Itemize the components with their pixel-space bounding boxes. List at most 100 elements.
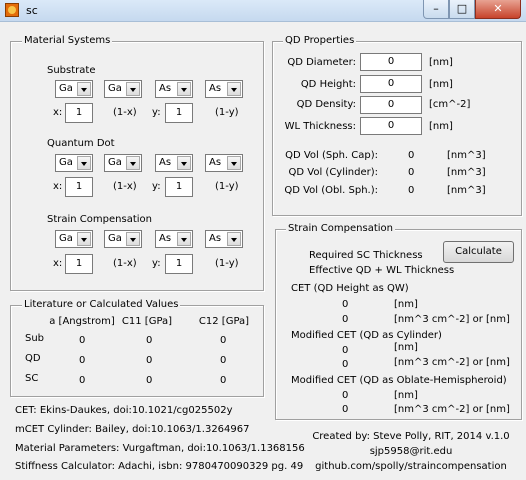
quantum-dot-x-label: x: <box>53 181 63 192</box>
substrate-select-4[interactable]: As <box>205 80 243 98</box>
substrate-select-2[interactable]: Ga <box>104 80 142 98</box>
mcet-cylinder-value-1: 0 <box>342 345 349 356</box>
substrate-select-3[interactable]: As <box>155 80 193 98</box>
reference-stiffness-calculator: Stiffness Calculator: Adachi, isbn: 9780… <box>15 461 304 472</box>
quantum-dot-y-input[interactable]: 1 <box>165 177 193 197</box>
strain-comp-select-3[interactable]: As <box>155 230 193 248</box>
quantum-dot-x-input[interactable]: 1 <box>65 177 93 197</box>
qd-vol-sph-cap-unit: [nm^3] <box>447 150 486 161</box>
literature-sub-c11: 0 <box>146 335 153 346</box>
credits-email: sjp5958@rit.edu <box>369 446 453 457</box>
cet-unit-2: [nm^3 cm^-2] or [nm] <box>394 314 510 325</box>
reference-mcet: mCET Cylinder: Bailey, doi:10.1063/1.326… <box>15 424 250 435</box>
wl-thickness-label: WL Thickness: <box>284 121 356 132</box>
literature-sc-c11: 0 <box>146 375 153 386</box>
strain-comp-material-label: Strain Compensation <box>47 214 152 225</box>
literature-qd-a: 0 <box>79 355 86 366</box>
literature-row-sc-name: SC <box>25 373 39 384</box>
qd-vol-obl-sph-label: QD Vol (Obl. Sph.): <box>284 185 378 196</box>
quantum-dot-label: Quantum Dot <box>47 138 115 149</box>
minimize-icon: – <box>433 2 439 15</box>
required-sc-thickness-label: Required SC Thickness <box>309 250 423 261</box>
title-bar[interactable]: sc – □ ✕ <box>0 0 526 22</box>
literature-sc-a: 0 <box>79 375 86 386</box>
qd-height-input[interactable]: 0 <box>360 75 422 93</box>
qd-vol-sph-cap-label: QD Vol (Sph. Cap): <box>285 150 378 161</box>
substrate-y-input[interactable]: 1 <box>165 103 193 123</box>
qd-vol-obl-sph-unit: [nm^3] <box>447 185 486 196</box>
chevron-down-icon <box>126 232 140 246</box>
chevron-down-icon <box>227 232 241 246</box>
substrate-x-input[interactable]: 1 <box>65 103 93 123</box>
substrate-one-minus-x: (1-x) <box>113 107 137 118</box>
literature-row-sub-name: Sub <box>25 333 45 344</box>
literature-title: Literature or Calculated Values <box>22 299 181 310</box>
mcet-oblate-unit-1: [nm] <box>394 390 418 401</box>
strain-comp-select-2[interactable]: Ga <box>104 230 142 248</box>
strain-comp-x-label: x: <box>53 258 63 269</box>
maximize-button[interactable]: □ <box>449 0 475 19</box>
qd-properties-title: QD Properties <box>283 35 357 46</box>
strain-comp-select-4[interactable]: As <box>205 230 243 248</box>
qd-density-label: QD Density: <box>296 99 356 110</box>
substrate-select-1[interactable]: Ga <box>55 80 93 98</box>
strain-compensation-title: Strain Compensation <box>286 223 395 234</box>
chevron-down-icon <box>126 156 140 170</box>
cet-unit-1: [nm] <box>394 299 418 310</box>
chevron-down-icon <box>227 156 241 170</box>
literature-sub-c12: 0 <box>220 335 227 346</box>
chevron-down-icon <box>177 156 191 170</box>
close-icon: ✕ <box>493 2 503 15</box>
qd-density-unit: [cm^-2] <box>429 99 471 110</box>
literature-qd-c12: 0 <box>220 355 227 366</box>
chevron-down-icon <box>77 232 91 246</box>
effective-qd-wl-thickness-label: Effective QD + WL Thickness <box>309 265 455 276</box>
minimize-button[interactable]: – <box>423 0 449 19</box>
substrate-x-label: x: <box>53 107 63 118</box>
qd-diameter-unit: [nm] <box>429 57 453 68</box>
window-title: sc <box>26 4 38 17</box>
maximize-icon: □ <box>456 2 468 15</box>
quantum-dot-select-3[interactable]: As <box>155 154 193 172</box>
material-systems-title: Material Systems <box>22 35 113 46</box>
cet-value-2: 0 <box>342 314 349 325</box>
qd-diameter-label: QD Diameter: <box>287 57 356 68</box>
chevron-down-icon <box>227 82 241 96</box>
qd-diameter-input[interactable]: 0 <box>360 53 422 71</box>
strain-comp-y-input[interactable]: 1 <box>165 254 193 274</box>
qd-density-input[interactable]: 0 <box>360 96 422 114</box>
qd-vol-cylinder-value: 0 <box>408 167 415 178</box>
mcet-oblate-title: Modified CET (QD as Oblate-Hemispheroid) <box>291 375 507 386</box>
quantum-dot-select-2[interactable]: Ga <box>104 154 142 172</box>
reference-cet: CET: Ekins-Daukes, doi:10.1021/cg025502y <box>15 405 233 416</box>
literature-sc-c12: 0 <box>220 375 227 386</box>
calculate-button[interactable]: Calculate <box>443 241 514 263</box>
close-button[interactable]: ✕ <box>475 0 521 19</box>
qd-vol-sph-cap-value: 0 <box>408 150 415 161</box>
strain-comp-select-1[interactable]: Ga <box>55 230 93 248</box>
literature-sub-a: 0 <box>79 335 86 346</box>
substrate-label: Substrate <box>47 65 96 76</box>
literature-header-a: a [Angstrom] <box>49 316 115 327</box>
quantum-dot-select-1[interactable]: Ga <box>55 154 93 172</box>
strain-comp-one-minus-x: (1-x) <box>113 258 137 269</box>
quantum-dot-select-4[interactable]: As <box>205 154 243 172</box>
strain-comp-one-minus-y: (1-y) <box>215 258 239 269</box>
credits-github: github.com/spolly/straincompensation <box>315 461 507 472</box>
chevron-down-icon <box>126 82 140 96</box>
strain-comp-y-label: y: <box>152 258 161 269</box>
literature-header-c11: C11 [GPa] <box>121 316 173 327</box>
wl-thickness-input[interactable]: 0 <box>360 117 422 135</box>
qd-vol-obl-sph-value: 0 <box>408 185 415 196</box>
chevron-down-icon <box>177 82 191 96</box>
strain-comp-x-input[interactable]: 1 <box>65 254 93 274</box>
qd-height-label: QD Height: <box>300 79 356 90</box>
mcet-oblate-value-1: 0 <box>342 390 349 401</box>
quantum-dot-one-minus-x: (1-x) <box>113 181 137 192</box>
cet-value-1: 0 <box>342 299 349 310</box>
mcet-oblate-value-2: 0 <box>342 404 349 415</box>
quantum-dot-one-minus-y: (1-y) <box>215 181 239 192</box>
substrate-y-label: y: <box>152 107 161 118</box>
cet-title: CET (QD Height as QW) <box>291 283 409 294</box>
qd-height-unit: [nm] <box>429 79 453 90</box>
